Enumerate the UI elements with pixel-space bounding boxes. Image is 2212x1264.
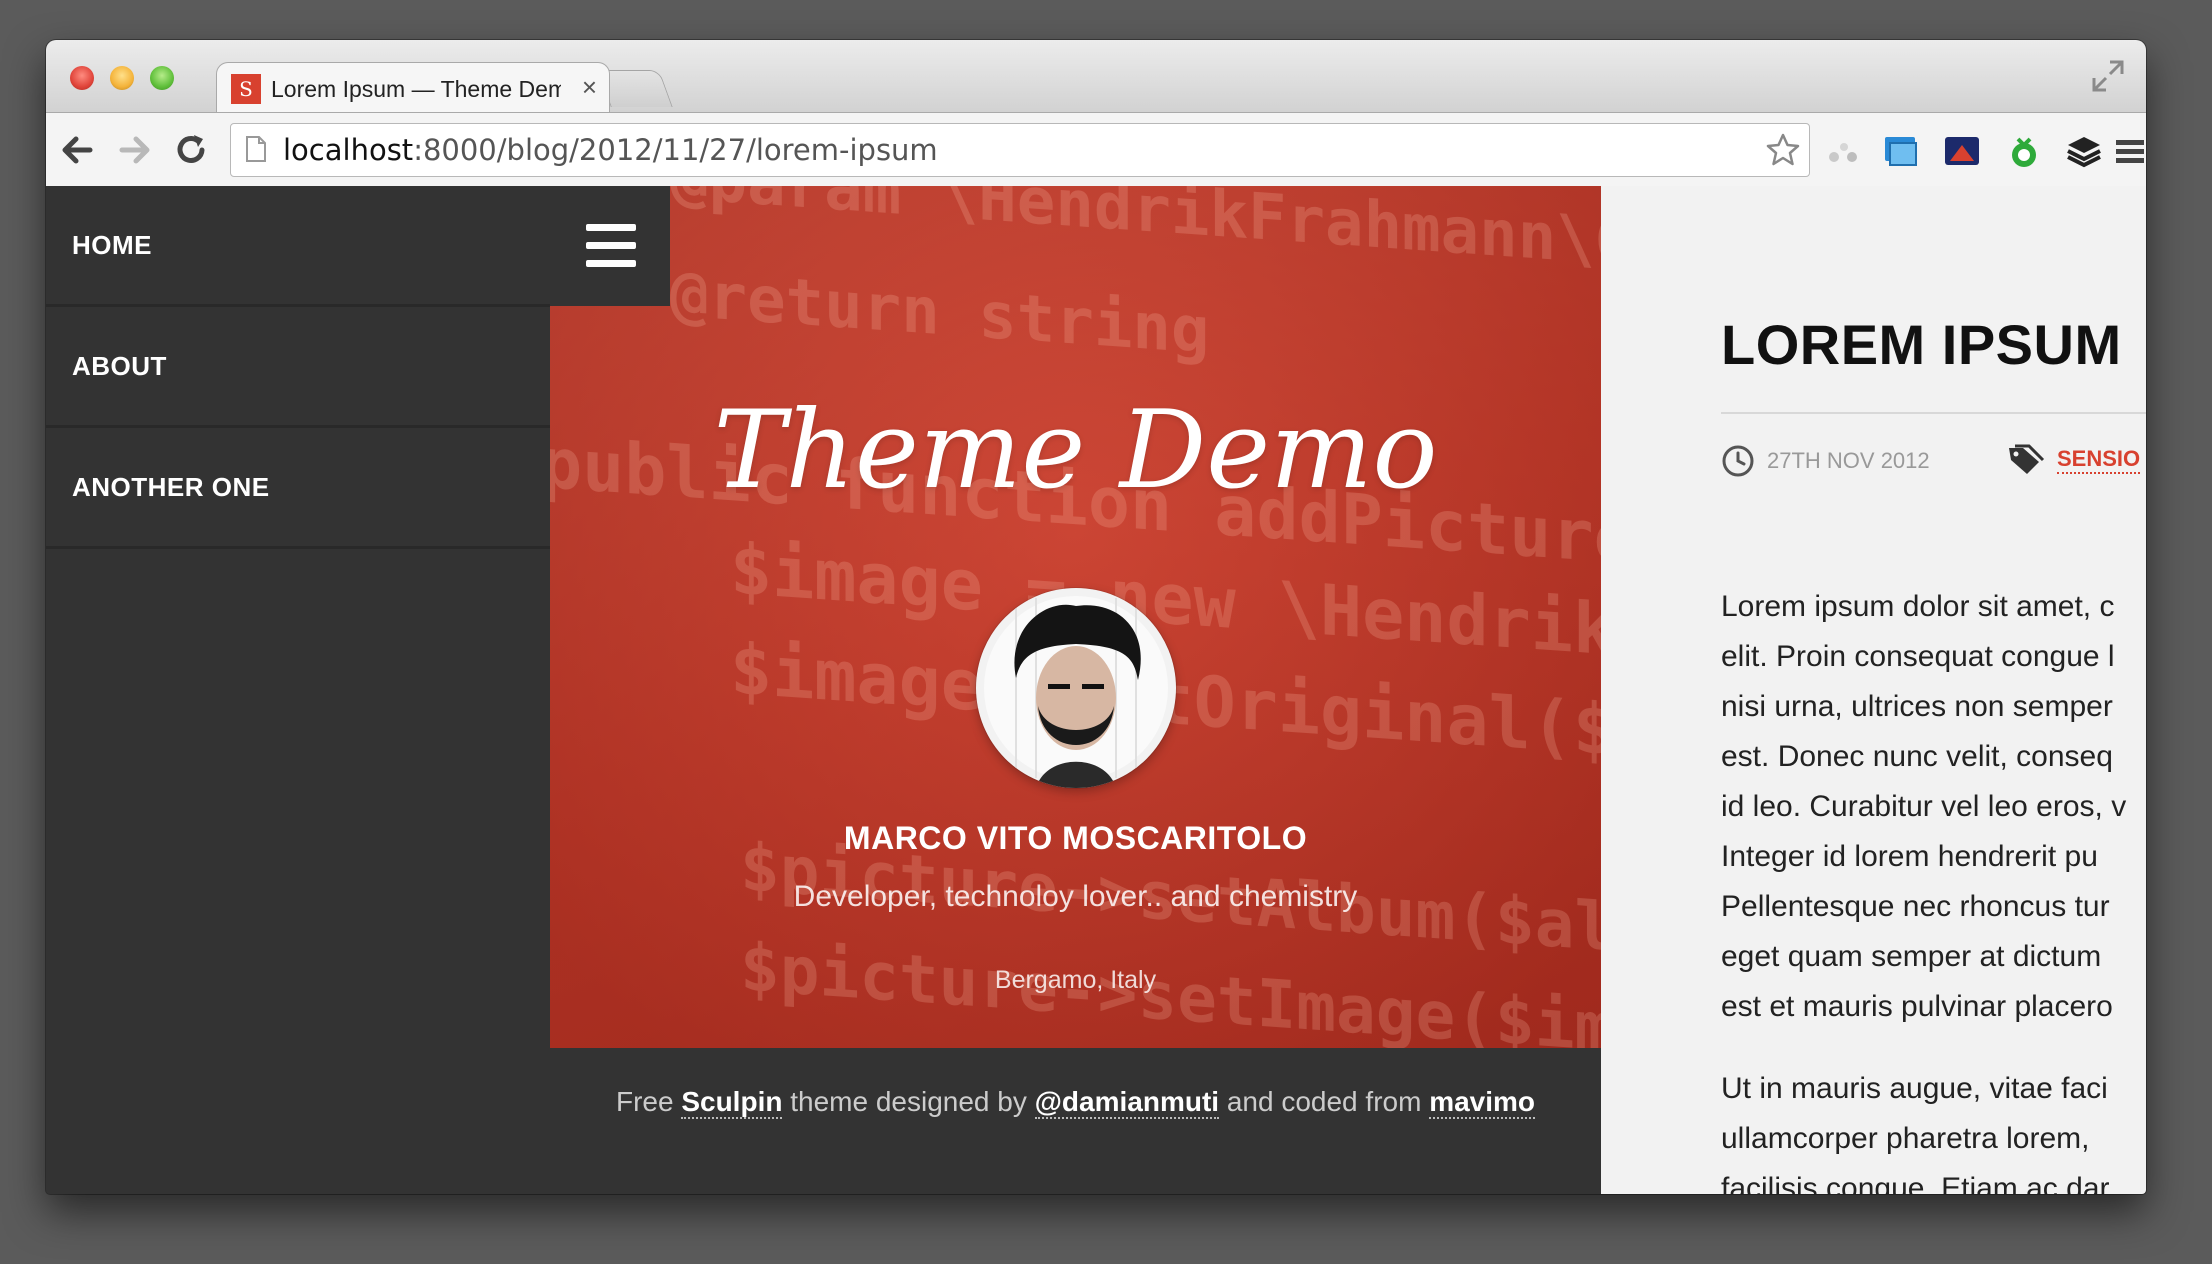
text-line: nisi urna, ultrices non semper	[1721, 690, 2113, 723]
text-line: est. Donec nunc velit, conseq	[1721, 740, 2113, 773]
extension-layers-icon[interactable]	[2064, 131, 2104, 171]
text-line: eget quam semper at dictum	[1721, 940, 2102, 973]
author-avatar	[976, 588, 1176, 788]
extension-dots-icon[interactable]	[1822, 131, 1862, 171]
tab-title: Lorem Ipsum — Theme Demo	[271, 76, 561, 102]
window-close-button[interactable]	[70, 66, 94, 90]
post-body: Lorem ipsum dolor sit amet, c elit. Proi…	[1721, 582, 2146, 1194]
post-tag-link[interactable]: SENSIO	[2057, 446, 2141, 474]
footer-text-coded: and coded from	[1226, 1086, 1422, 1117]
tab-bar: S Lorem Ipsum — Theme Demo ×	[46, 40, 2146, 113]
text-line: Ut in mauris augue, vitae faci	[1721, 1072, 2108, 1105]
menu-toggle-button[interactable]	[550, 186, 670, 306]
sidebar-item-another-one[interactable]: ANOTHER ONE	[46, 428, 550, 549]
clock-icon	[1722, 445, 1754, 477]
text-line: est et mauris pulvinar placero	[1721, 990, 2113, 1023]
back-icon[interactable]	[58, 131, 96, 169]
footer-text-free: Free	[615, 1086, 674, 1117]
text-line: ullamcorper pharetra lorem,	[1721, 1122, 2090, 1155]
designer-link[interactable]: @damianmuti	[1034, 1086, 1220, 1119]
extension-screenshot-icon[interactable]	[1882, 131, 1922, 171]
sculpin-link[interactable]: Sculpin	[681, 1086, 783, 1119]
footer-credit: Free Sculpin theme designed by @damianmu…	[550, 1086, 1601, 1119]
fullscreen-icon[interactable]	[2090, 58, 2126, 94]
extension-speed-icon[interactable]	[1942, 131, 1982, 171]
sidebar-item-about[interactable]: ABOUT	[46, 307, 550, 428]
tab-close-icon[interactable]: ×	[582, 71, 597, 103]
browser-window: S Lorem Ipsum — Theme Demo × localhost:8…	[46, 40, 2146, 1194]
code-line: @return string	[670, 257, 1210, 369]
text-line: Pellentesque nec rhoncus tur	[1721, 890, 2110, 923]
post-paragraph: Ut in mauris augue, vitae faci ullamcorp…	[1721, 1064, 2146, 1194]
address-bar[interactable]: localhost:8000/blog/2012/11/27/lorem-ips…	[230, 123, 1810, 177]
post-title: LOREM IPSUM	[1721, 313, 2122, 376]
window-maximize-button[interactable]	[150, 66, 174, 90]
post-date: 27TH NOV 2012	[1767, 448, 1930, 473]
tag-icon	[2009, 444, 2045, 474]
chrome-menu-icon[interactable]	[2110, 131, 2146, 171]
reload-icon[interactable]	[172, 131, 210, 169]
web-page: HOME ABOUT ANOTHER ONE @param \HendrikFr…	[46, 186, 2146, 1194]
browser-tab[interactable]: S Lorem Ipsum — Theme Demo ×	[216, 62, 610, 113]
text-line: Integer id lorem hendrerit pu	[1721, 840, 2098, 873]
post-paragraph: Lorem ipsum dolor sit amet, c elit. Proi…	[1721, 582, 2146, 1032]
text-line: id leo. Curabitur vel leo eros, v	[1721, 790, 2127, 823]
site-title[interactable]: Theme Demo	[550, 386, 1601, 516]
footer-text-designed: theme designed by	[790, 1086, 1027, 1117]
author-location: Bergamo, Italy	[994, 966, 1157, 994]
text-line: Lorem ipsum dolor sit amet, c	[1721, 590, 2115, 623]
author-name: MARCO VITO MOSCARITOLO	[843, 820, 1308, 856]
window-minimize-button[interactable]	[110, 66, 134, 90]
sidebar-item-home[interactable]: HOME	[46, 186, 550, 307]
star-icon[interactable]	[1765, 132, 1801, 168]
author-bio: Developer, technoloy lover.. and chemist…	[793, 880, 1358, 913]
extension-green-icon[interactable]	[2004, 131, 2044, 171]
forward-icon[interactable]	[116, 131, 154, 169]
page-icon	[246, 136, 266, 162]
sidebar-nav: HOME ABOUT ANOTHER ONE	[46, 186, 550, 1194]
coder-link[interactable]: mavimo	[1429, 1086, 1536, 1119]
url-text[interactable]: localhost:8000/blog/2012/11/27/lorem-ips…	[283, 132, 938, 168]
text-line: facilisis congue. Etiam ac dar	[1721, 1172, 2110, 1194]
meta-divider	[1721, 412, 2146, 414]
browser-toolbar: localhost:8000/blog/2012/11/27/lorem-ips…	[46, 112, 2146, 188]
url-host: localhost	[283, 133, 414, 167]
favicon-icon: S	[231, 74, 261, 104]
article-panel: LOREM IPSUM 27TH NOV 2012 SENSIO Lorem i…	[1601, 186, 2146, 1194]
text-line: elit. Proin consequat congue l	[1721, 640, 2115, 673]
url-path: :8000/blog/2012/11/27/lorem-ipsum	[413, 133, 938, 167]
